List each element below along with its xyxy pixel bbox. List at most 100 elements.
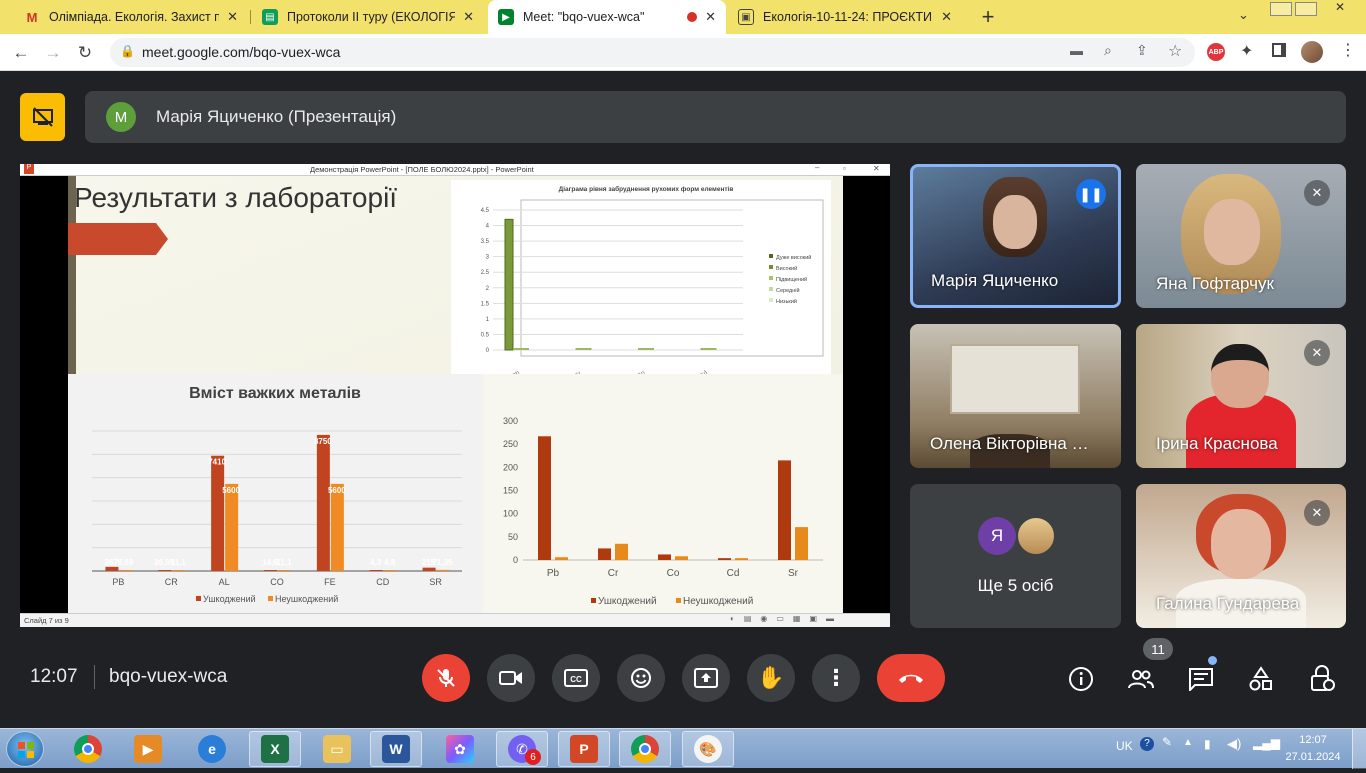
x-tick-label: AL [219,577,230,587]
ppt-close-icon[interactable]: ✕ [873,164,880,173]
participant-tile[interactable]: Олена Вікторівна … [910,324,1121,468]
profile-avatar[interactable] [1301,41,1323,63]
share-icon[interactable]: ⇪ [1136,42,1148,59]
people-icon [1128,670,1154,689]
close-icon[interactable]: ✕ [463,9,474,25]
adblock-icon[interactable]: ABP [1207,43,1225,61]
clock-time[interactable]: 12:07 [1280,734,1346,746]
presenter-avatar: M [106,102,136,132]
legend-label: Ушкоджений [203,594,256,604]
volume-icon[interactable]: ◀) [1227,736,1241,752]
powerpoint-icon: P [570,735,598,763]
participant-tile[interactable]: ✕ Ірина Краснова [1136,324,1346,468]
x-tick-label: CR [165,577,178,587]
extensions-icon[interactable]: ✦ [1240,41,1253,61]
divider [94,665,95,689]
bar [675,556,688,560]
camera-toggle-button[interactable] [487,654,535,702]
legend-swatch [769,254,773,258]
tab-gmail[interactable]: M Олімпіада. Екологія. Захист про… ✕ [14,0,248,34]
taskbar-paint[interactable]: 🎨 [682,731,734,767]
bar [555,557,568,560]
taskbar-excel[interactable]: X [249,731,301,767]
participant-count-badge: 11 [1143,638,1173,660]
video-building [950,344,1080,414]
minimize-button[interactable] [1270,2,1292,16]
legend-label: Неушкоджений [275,594,338,604]
more-options-button[interactable]: ⋮ [812,654,860,702]
taskbar-powerpoint[interactable]: P [558,731,610,767]
meeting-code: bqo-vuex-wca [109,666,228,687]
camera-icon[interactable]: ▬ [1070,43,1083,58]
bar [172,570,186,571]
bookmark-star-icon[interactable]: ☆ [1168,41,1182,61]
meeting-info-button[interactable] [1065,663,1097,695]
bar [436,569,450,571]
restore-button[interactable] [1295,2,1317,16]
participant-tile[interactable]: ✕ Галина Гундарева [1136,484,1346,628]
leave-call-button[interactable] [877,654,945,702]
start-button[interactable] [6,731,44,767]
legend-swatch [268,596,273,601]
participant-tile[interactable]: ❚❚ Марія Яциченко [910,164,1121,308]
activities-button[interactable] [1245,663,1277,695]
address-bar[interactable]: 🔒 meet.google.com/bqo-vuex-wca ▬ ⌕ ⇪ ☆ [110,38,1195,67]
language-indicator[interactable]: UK [1116,739,1133,753]
taskbar-chrome-active[interactable] [619,731,671,767]
host-controls-button[interactable] [1306,663,1338,695]
ie-icon: e [198,735,226,763]
tab-meet[interactable]: ▶ Meet: "bqo-vuex-wca" ✕ [488,0,726,34]
svg-text:CC: CC [570,675,582,684]
reactions-button[interactable] [617,654,665,702]
new-tab-button[interactable]: + [976,5,1000,29]
others-tile[interactable]: Я Ще 5 осіб [910,484,1121,628]
present-button[interactable] [682,654,730,702]
clock-date[interactable]: 27.01.2024 [1280,751,1346,763]
tray-expand-icon[interactable]: ▲ [1183,737,1193,748]
people-button[interactable] [1125,663,1157,695]
taskbar-ie[interactable]: e [186,731,238,767]
bar [422,567,436,571]
menu-icon[interactable]: ⋮ [1340,40,1356,60]
window-close-button[interactable]: ✕ [1320,0,1360,16]
tab-sheets[interactable]: ▤ Протоколи ІІ туру (ЕКОЛОГІЯ) 20… ✕ [252,0,484,34]
help-icon[interactable]: ? [1140,737,1154,751]
pen-icon[interactable]: ✎ [1162,735,1172,749]
mic-toggle-button[interactable] [422,654,470,702]
close-icon[interactable]: ✕ [705,9,716,25]
classroom-icon: ▣ [738,9,754,25]
tab-classroom[interactable]: ▣ Екологія-10-11-24: ПРОЄКТИ - … ✕ [728,0,962,34]
presentation-slide: P Демонстрація PowerPoint - [ПОЛЕ БОЛЮ20… [20,163,890,627]
ppt-restore-icon[interactable]: ▫ [843,164,846,173]
taskbar-paint3d[interactable]: ✿ [434,731,486,767]
forward-button[interactable]: → [40,40,66,66]
captions-button[interactable]: CC [552,654,600,702]
back-button[interactable]: ← [8,40,34,66]
participant-name: Марія Яциченко [931,271,1059,290]
tab-search-icon[interactable]: ⌄ [1238,7,1249,23]
participant-tile[interactable]: ✕ Яна Гофтарчук [1136,164,1346,308]
stop-presenting-icon[interactable] [20,93,65,141]
bar [538,436,551,560]
ppt-window-title: Демонстрація PowerPoint - [ПОЛЕ БОЛЮ2024… [310,165,534,174]
legend-swatch [769,276,773,280]
taskbar-viber[interactable]: ✆ 6 [496,731,548,767]
side-panel-icon[interactable] [1272,43,1286,57]
chat-button[interactable] [1185,663,1217,695]
windows-taskbar: ▶ e X ▭ W ✿ ✆ 6 P 🎨 UK ? ✎ ▲ ▮ ◀) ▂▄▆ 12… [0,728,1366,769]
tab-title: Олімпіада. Екологія. Захист про… [49,10,220,24]
close-icon[interactable]: ✕ [227,9,238,25]
reload-button[interactable]: ↻ [72,40,98,66]
taskbar-explorer[interactable]: ▭ [311,731,363,767]
taskbar-chrome[interactable] [62,731,114,767]
taskbar-media[interactable]: ▶ [122,731,174,767]
y-tick-label: 0 [513,555,518,565]
zoom-icon[interactable]: ⌕ [1104,42,1112,59]
taskbar-word[interactable]: W [370,731,422,767]
x-tick-label: Sr [788,568,799,579]
ppt-minimize-icon[interactable]: – [815,163,819,172]
close-icon[interactable]: ✕ [941,9,952,25]
show-desktop-button[interactable] [1352,729,1366,769]
ppt-view-controls[interactable]: ◐▤◉▭▦▣▬ [730,614,843,623]
raise-hand-button[interactable]: ✋ [747,654,795,702]
